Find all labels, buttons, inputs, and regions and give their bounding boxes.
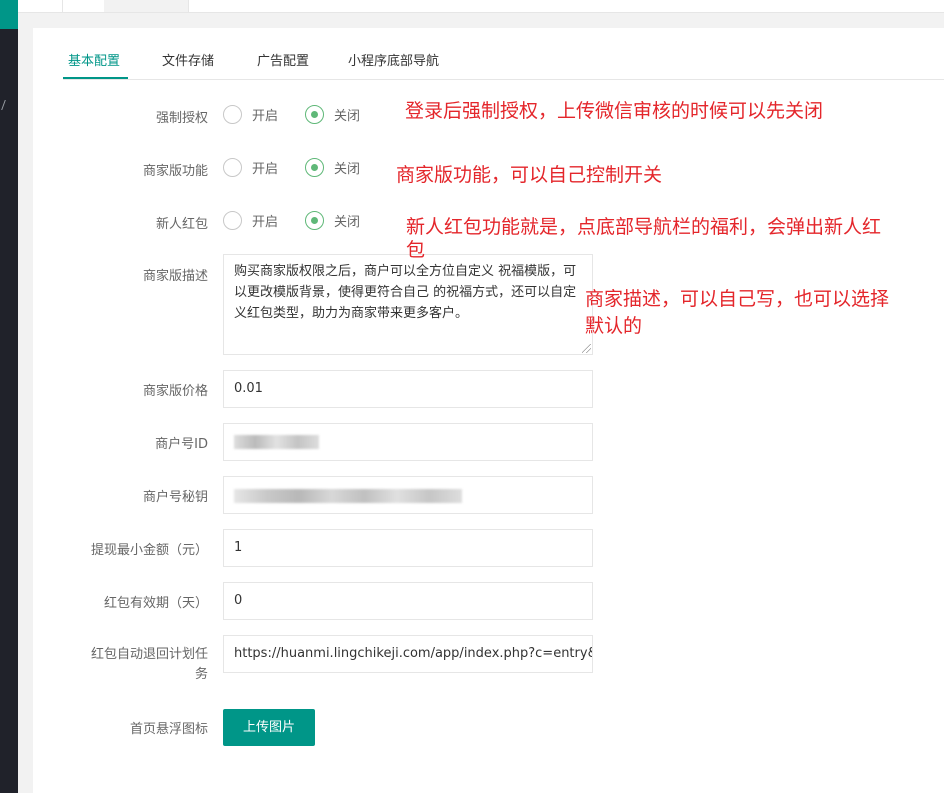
- radio-checked-icon: [305, 158, 324, 177]
- left-sidebar: [0, 0, 18, 793]
- redacted-value: [234, 489, 462, 503]
- radio-circle-icon: [223, 211, 242, 230]
- merchant-key-input[interactable]: [223, 476, 593, 514]
- redpacket-valid-input[interactable]: 0: [223, 582, 593, 620]
- merchant-feature-label: 商家版功能: [142, 164, 208, 179]
- tab-ad-config[interactable]: 广告配置: [257, 50, 309, 69]
- float-icon-label: 首页悬浮图标: [129, 722, 208, 737]
- radio-checked-icon: [305, 105, 324, 124]
- min-withdraw-label: 提现最小金额（元）: [90, 543, 208, 558]
- tab-basic-config[interactable]: 基本配置: [68, 50, 120, 69]
- settings-tabs: 基本配置 文件存储 广告配置 小程序底部导航: [63, 28, 944, 80]
- redacted-value: [234, 435, 319, 449]
- merchant-price-label: 商家版价格: [142, 384, 208, 399]
- active-tab-indicator: [63, 77, 128, 79]
- sidebar-arrow-icon[interactable]: [0, 100, 6, 110]
- tab-divider: [188, 0, 189, 12]
- merchant-feature-off-radio[interactable]: 关闭: [305, 158, 360, 177]
- merchant-desc-textarea[interactable]: 购买商家版权限之后，商户可以全方位自定义 祝福模版，可以更改模版背景，使得更符合…: [223, 254, 593, 355]
- merchant-desc-label: 商家版描述: [142, 269, 208, 284]
- tab-file-storage[interactable]: 文件存储: [162, 50, 214, 69]
- new-user-redpacket-off-radio[interactable]: 关闭: [305, 211, 360, 230]
- radio-circle-icon: [223, 105, 242, 124]
- merchant-price-input[interactable]: 0.01: [223, 370, 593, 408]
- annotation-new-user-redpacket: 新人红包功能就是，点底部导航栏的福利，会弹出新人红 包: [406, 216, 882, 261]
- upload-image-button[interactable]: 上传图片: [223, 709, 315, 746]
- new-user-redpacket-on-radio[interactable]: 开启: [223, 211, 278, 230]
- merchant-id-label: 商户号ID: [155, 437, 208, 452]
- min-withdraw-input[interactable]: 1: [223, 529, 593, 567]
- force-auth-label: 强制授权: [155, 111, 208, 126]
- merchant-feature-on-radio[interactable]: 开启: [223, 158, 278, 177]
- redpacket-valid-label: 红包有效期（天）: [103, 596, 208, 611]
- settings-card: 基本配置 文件存储 广告配置 小程序底部导航 强制授权 开启 关闭 商家版功能 …: [33, 28, 944, 793]
- merchant-id-input[interactable]: [223, 423, 593, 461]
- new-user-redpacket-label: 新人红包: [155, 217, 208, 232]
- redpacket-refund-url-input[interactable]: https://huanmi.lingchikeji.com/app/index…: [223, 635, 593, 673]
- annotation-merchant-desc: 商家描述，可以自己写，也可以选择 默认的: [585, 288, 890, 337]
- annotation-merchant-feature: 商家版功能，可以自己控制开关: [396, 164, 663, 186]
- radio-checked-icon: [305, 211, 324, 230]
- tab-divider: [62, 0, 63, 12]
- page-tab[interactable]: [104, 0, 188, 12]
- merchant-key-label: 商户号秘钥: [142, 490, 208, 505]
- resize-handle-icon[interactable]: [582, 344, 591, 353]
- radio-circle-icon: [223, 158, 242, 177]
- annotation-force-auth: 登录后强制授权，上传微信审核的时候可以先关闭: [405, 100, 824, 122]
- force-auth-off-radio[interactable]: 关闭: [305, 105, 360, 124]
- sidebar-accent: [0, 0, 18, 29]
- force-auth-on-radio[interactable]: 开启: [223, 105, 278, 124]
- redpacket-refund-label: 红包自动退回计划任 务: [90, 647, 208, 682]
- top-tab-bar: [18, 0, 944, 13]
- tab-mini-program-nav[interactable]: 小程序底部导航: [348, 50, 439, 69]
